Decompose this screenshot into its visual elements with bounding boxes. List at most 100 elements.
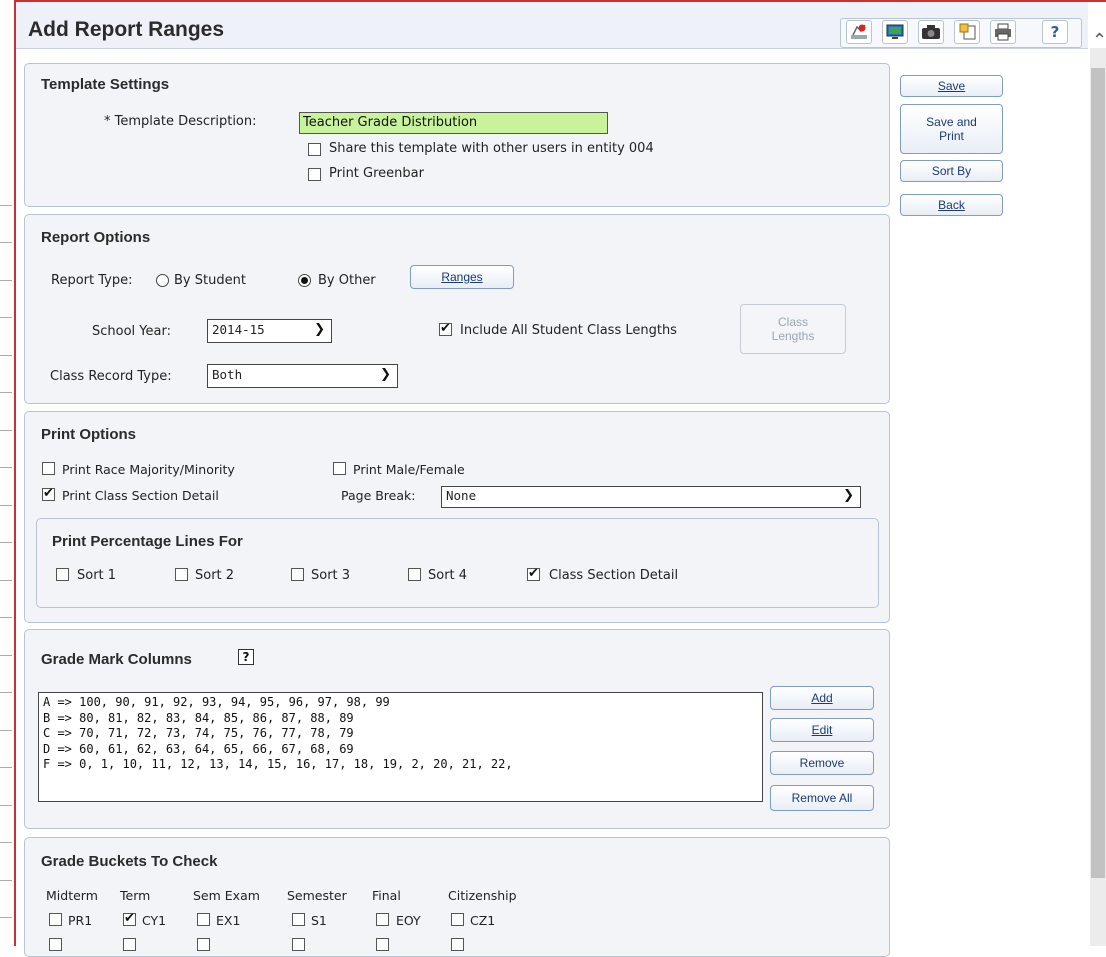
print-race-checkbox[interactable] <box>42 462 55 475</box>
pr1-checkbox[interactable] <box>49 913 62 926</box>
s1-checkbox[interactable] <box>292 913 305 926</box>
class-section-detail-label: Class Section Detail <box>549 568 679 583</box>
cy1-checkbox[interactable] <box>123 911 136 926</box>
monitor-icon[interactable] <box>882 20 908 44</box>
print-greenbar-label: Print Greenbar <box>329 166 424 181</box>
sem-exam-header: Sem Exam <box>193 888 260 903</box>
print-male-female-checkbox[interactable] <box>333 462 346 475</box>
scroll-up-icon[interactable]: ⌃ <box>1092 30 1106 51</box>
by-other-label: By Other <box>318 273 376 288</box>
add-button-label: Add <box>811 691 833 705</box>
back-label: Back <box>938 198 965 212</box>
share-template-label: Share this template with other users in … <box>329 141 654 156</box>
bucket-row2-checkbox[interactable] <box>197 938 210 951</box>
print-male-female-label: Print Male/Female <box>353 462 465 477</box>
class-record-type-label: Class Record Type: <box>50 369 172 384</box>
left-frame-strip <box>0 0 16 946</box>
remove-all-button[interactable]: Remove All <box>770 785 874 811</box>
save-and-print-button[interactable]: Save and Print <box>900 104 1003 154</box>
scrollbar-thumb[interactable] <box>1091 68 1105 878</box>
sort-4-checkbox[interactable] <box>408 568 421 581</box>
save-and-print-line2: Print <box>939 129 964 143</box>
list-item[interactable]: B => 80, 81, 82, 83, 84, 85, 86, 87, 88,… <box>43 711 758 727</box>
bucket-row2-checkbox[interactable] <box>49 938 62 951</box>
report-type-label: Report Type: <box>51 273 133 288</box>
class-section-detail-checkbox[interactable] <box>527 566 540 581</box>
s1-label: S1 <box>311 913 327 928</box>
citizenship-header: Citizenship <box>448 888 517 903</box>
page-break-value: None <box>446 488 477 503</box>
chevron-down-icon: ❯ <box>380 367 391 382</box>
grade-mark-columns-heading: Grade Mark Columns <box>41 651 192 668</box>
print-greenbar-checkbox[interactable] <box>308 168 321 181</box>
print-icon[interactable] <box>990 20 1016 44</box>
save-button[interactable]: Save <box>900 75 1003 97</box>
grade-mark-listbox[interactable]: A => 100, 90, 91, 92, 93, 94, 95, 96, 97… <box>38 692 763 802</box>
cz1-label: CZ1 <box>470 913 496 928</box>
ranges-button-label: Ranges <box>441 270 483 284</box>
save-button-label: Save <box>937 79 966 93</box>
by-student-radio[interactable] <box>156 274 169 287</box>
list-item[interactable]: A => 100, 90, 91, 92, 93, 94, 95, 96, 97… <box>43 695 758 711</box>
copy-icon[interactable] <box>954 20 980 44</box>
share-template-checkbox[interactable] <box>308 143 321 156</box>
bucket-row2-checkbox[interactable] <box>123 938 136 951</box>
by-student-label: By Student <box>174 273 246 288</box>
bucket-row2-checkbox[interactable] <box>292 938 305 951</box>
print-options-heading: Print Options <box>41 426 136 443</box>
camera-icon[interactable] <box>918 20 944 44</box>
remove-all-button-label: Remove All <box>791 791 853 805</box>
print-class-section-detail-checkbox[interactable] <box>42 486 55 501</box>
report-icon[interactable] <box>846 20 872 44</box>
save-and-print-line1: Save and <box>926 115 977 129</box>
pr1-label: PR1 <box>68 913 93 928</box>
class-lengths-button[interactable]: Class Lengths <box>740 304 846 354</box>
list-item[interactable]: F => 0, 1, 10, 11, 12, 13, 14, 15, 16, 1… <box>43 757 758 773</box>
semester-header: Semester <box>287 888 347 903</box>
template-description-label: * Template Description: <box>104 114 257 129</box>
ranges-button[interactable]: Ranges <box>410 265 514 289</box>
remove-button-label: Remove <box>799 756 845 770</box>
sort-by-button[interactable]: Sort By <box>900 160 1003 182</box>
school-year-value: 2014-15 <box>212 322 265 337</box>
page-break-select[interactable]: None ❯ <box>441 486 861 508</box>
question-icon[interactable]: ? <box>238 649 254 665</box>
by-other-radio[interactable] <box>298 274 311 287</box>
school-year-select[interactable]: 2014-15 ❯ <box>207 319 332 343</box>
bucket-row2-checkbox[interactable] <box>376 938 389 951</box>
edit-button[interactable]: Edit <box>770 718 874 742</box>
include-class-lengths-label: Include All Student Class Lengths <box>460 323 677 338</box>
final-header: Final <box>372 888 401 903</box>
report-options-heading: Report Options <box>41 229 151 246</box>
sort-1-label: Sort 1 <box>77 568 117 583</box>
chevron-down-icon: ❯ <box>314 322 325 337</box>
help-icon[interactable]: ? <box>1042 20 1068 44</box>
class-lengths-line2: Lengths <box>771 329 815 343</box>
list-item[interactable]: D => 60, 61, 62, 63, 64, 65, 66, 67, 68,… <box>43 742 758 758</box>
page-title: Add Report Ranges <box>28 18 225 41</box>
template-settings-heading: Template Settings <box>41 76 170 93</box>
sort-1-checkbox[interactable] <box>56 568 69 581</box>
print-class-section-detail-label: Print Class Section Detail <box>62 488 219 503</box>
school-year-label: School Year: <box>92 324 171 339</box>
ex1-checkbox[interactable] <box>197 913 210 926</box>
cz1-checkbox[interactable] <box>451 913 464 926</box>
ex1-label: EX1 <box>216 913 241 928</box>
bucket-row2-checkbox[interactable] <box>451 938 464 951</box>
include-class-lengths-checkbox[interactable] <box>439 321 452 336</box>
add-button[interactable]: Add <box>770 686 874 710</box>
class-record-type-select[interactable]: Both ❯ <box>207 364 398 388</box>
term-header: Term <box>120 888 151 903</box>
cy1-label: CY1 <box>142 913 167 928</box>
print-race-label: Print Race Majority/Minority <box>62 462 235 477</box>
sort-2-checkbox[interactable] <box>175 568 188 581</box>
sort-3-checkbox[interactable] <box>291 568 304 581</box>
back-button[interactable]: Back <box>900 194 1003 216</box>
remove-button[interactable]: Remove <box>770 751 874 775</box>
eoy-checkbox[interactable] <box>376 913 389 926</box>
template-description-input[interactable]: Teacher Grade Distribution <box>299 112 608 134</box>
chevron-down-icon: ❯ <box>843 488 854 503</box>
percentage-lines-heading: Print Percentage Lines For <box>52 533 243 550</box>
page-break-label: Page Break: <box>341 488 416 503</box>
list-item[interactable]: C => 70, 71, 72, 73, 74, 75, 76, 77, 78,… <box>43 726 758 742</box>
